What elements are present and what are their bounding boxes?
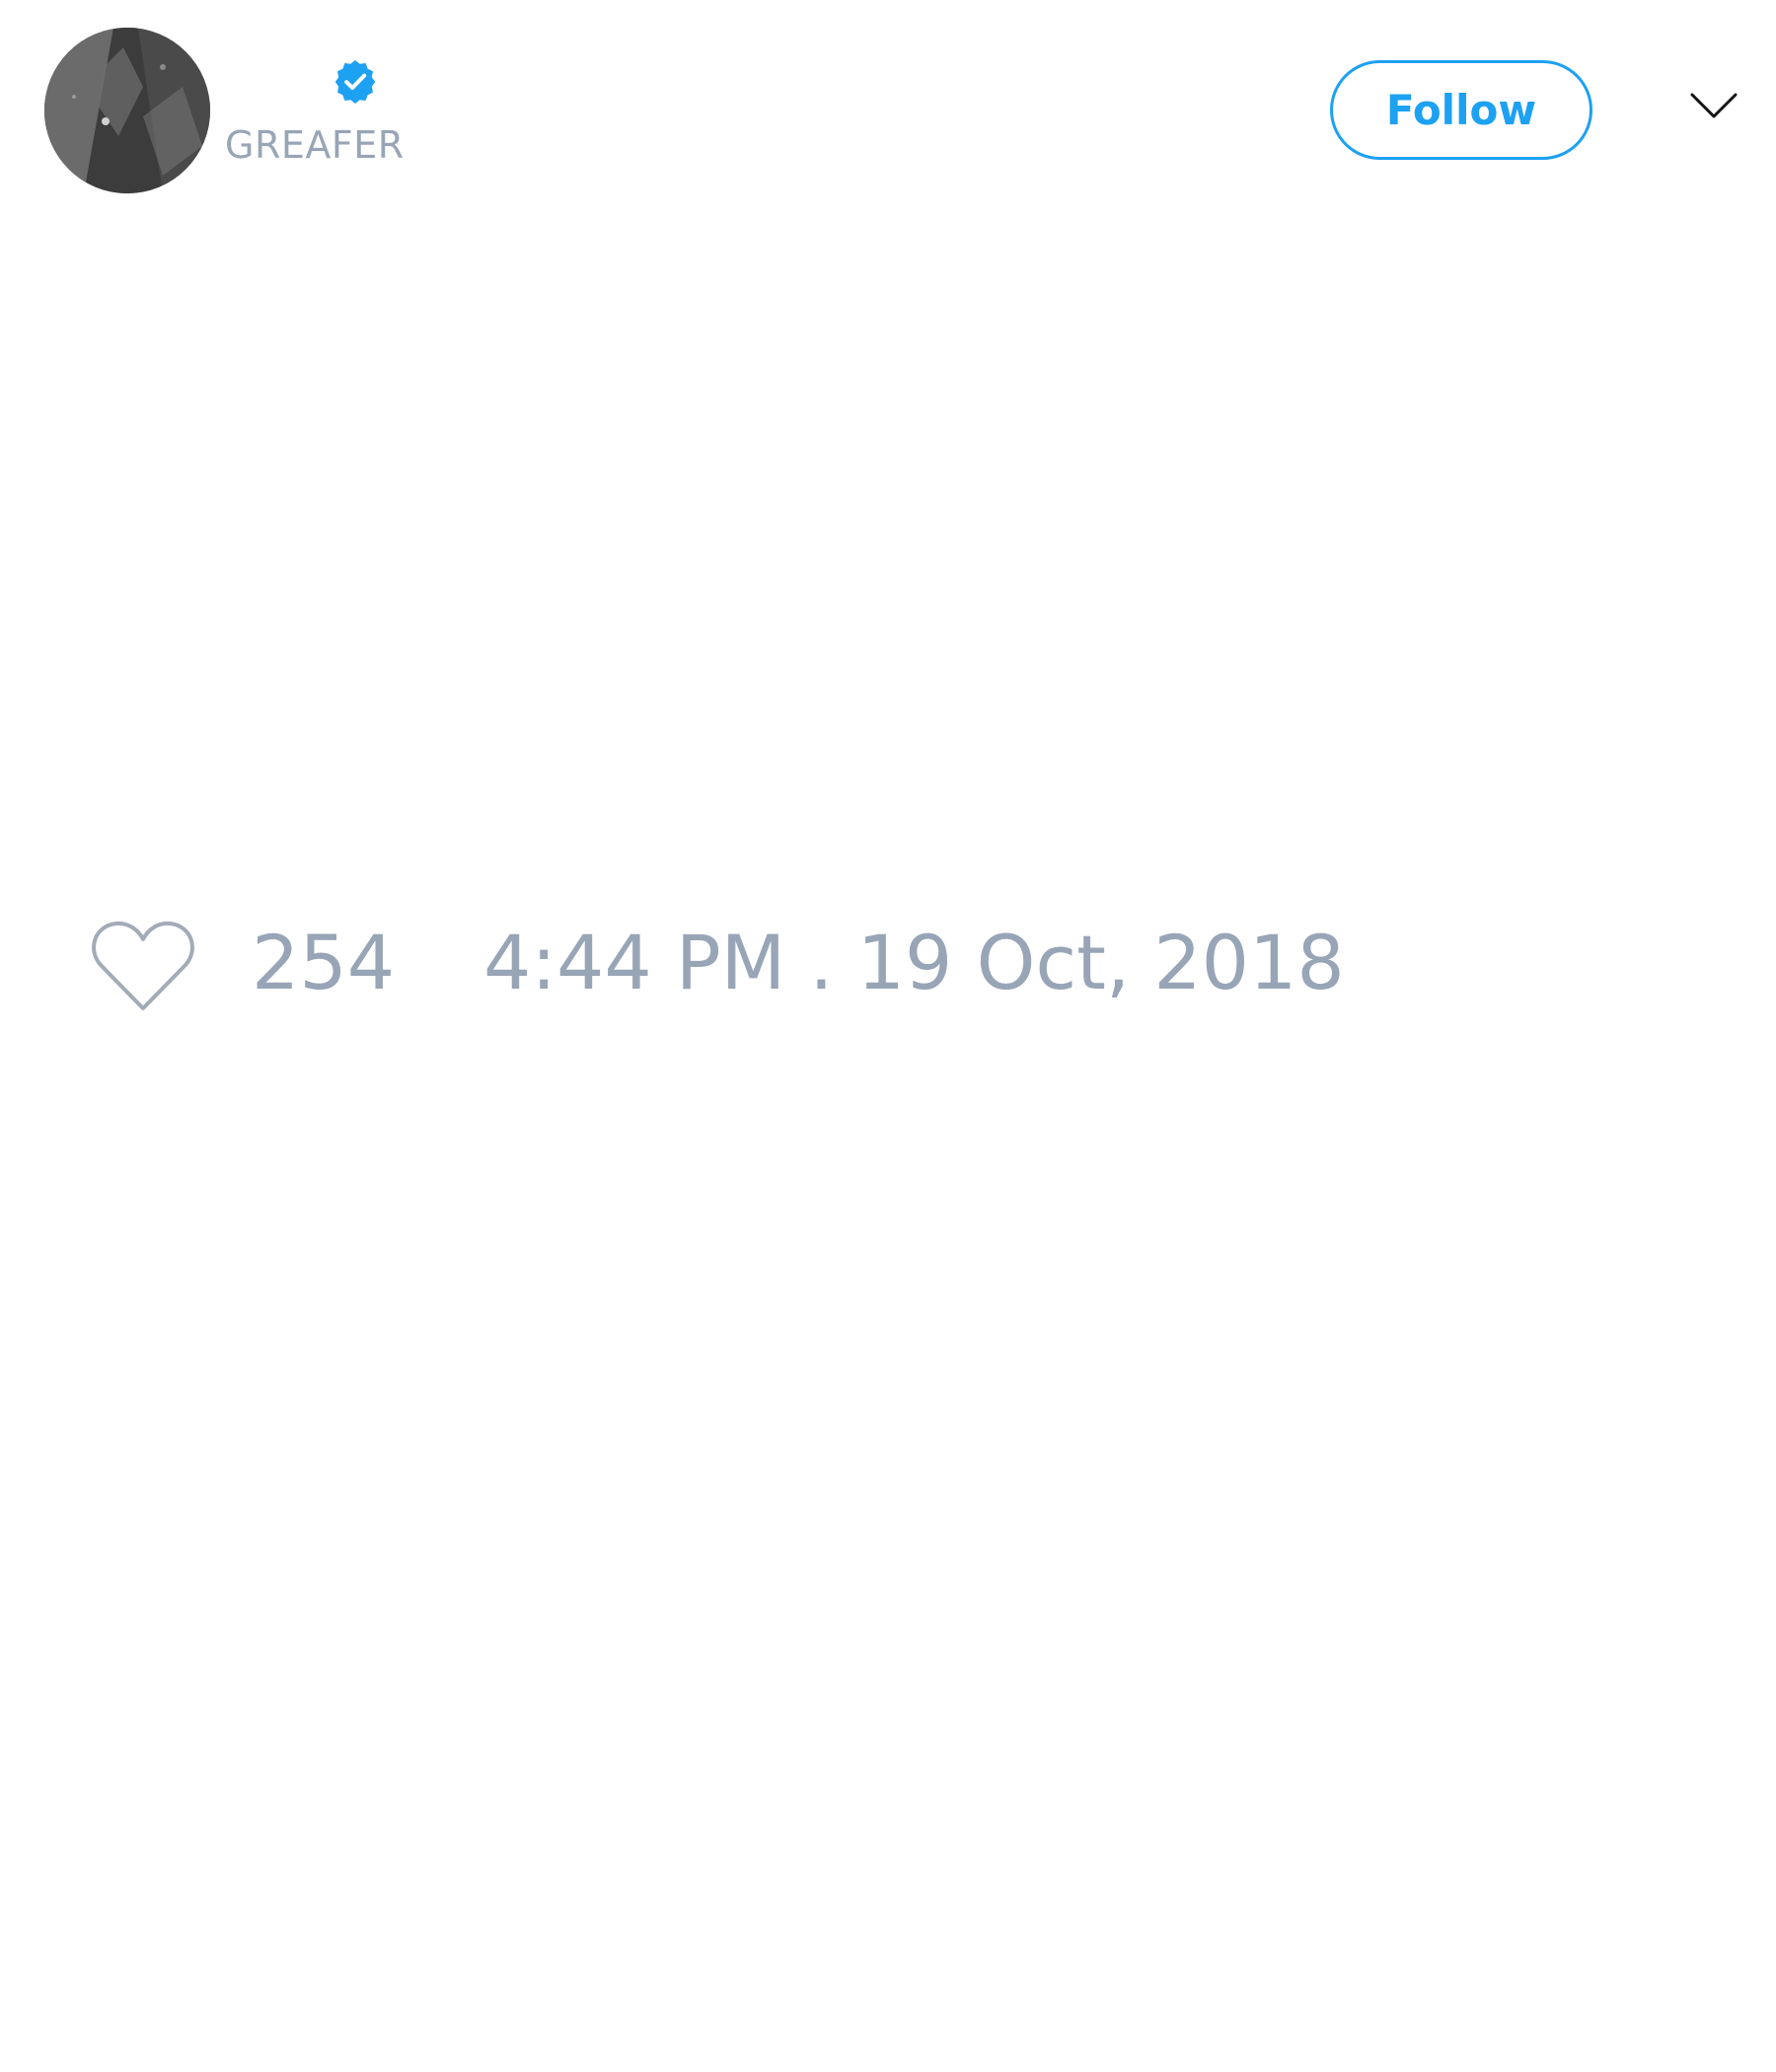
avatar[interactable]	[44, 28, 210, 193]
tweet-media-area	[89, 227, 1687, 878]
like-count: 254	[252, 919, 396, 1006]
heart-icon[interactable]	[89, 918, 197, 1016]
verified-badge-icon	[334, 60, 376, 104]
author-handle[interactable]: GREAFER	[225, 126, 405, 164]
follow-button[interactable]: Follow	[1330, 60, 1592, 160]
chevron-down-icon[interactable]	[1689, 91, 1739, 120]
tweet-timestamp[interactable]: 4:44 PM . 19 Oct, 2018	[483, 925, 1345, 1000]
avatar-image	[44, 28, 210, 193]
